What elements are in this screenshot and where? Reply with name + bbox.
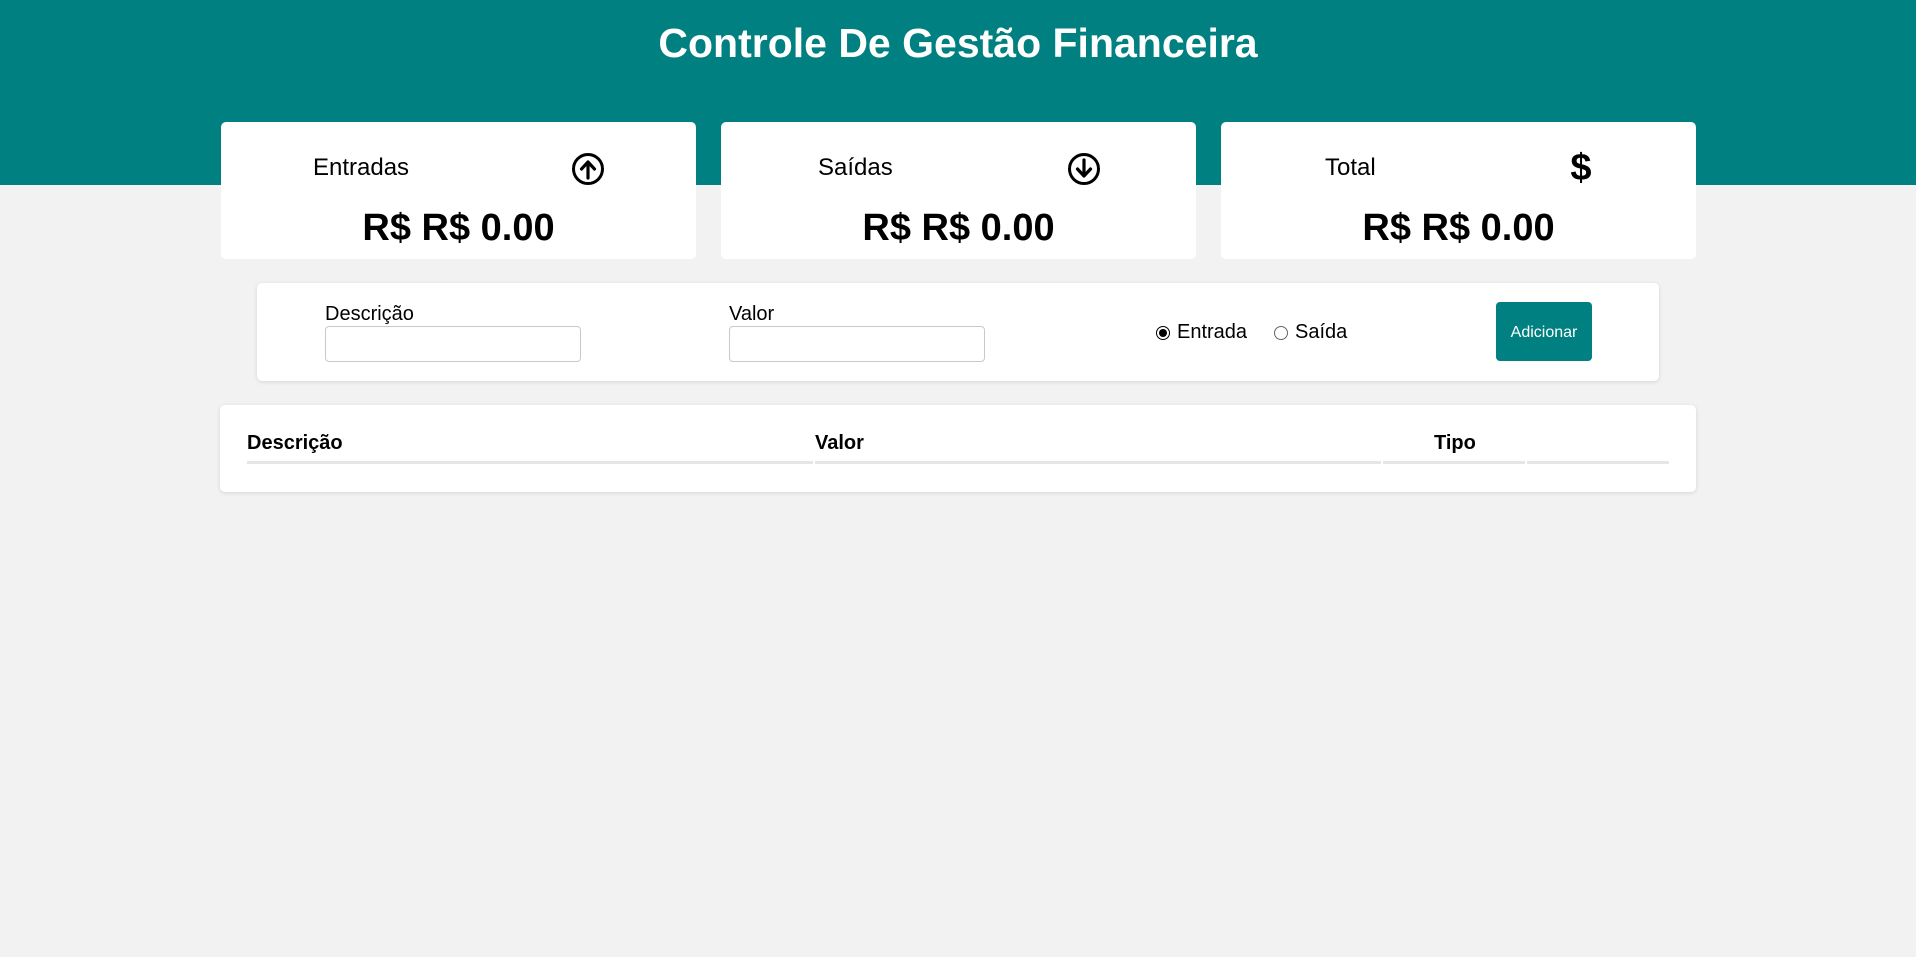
column-header-value: Valor	[815, 432, 864, 454]
value-input[interactable]	[729, 326, 985, 362]
header-divider	[815, 461, 1381, 464]
arrow-up-circle-icon	[571, 152, 605, 186]
total-value: R$ R$ 0.00	[1362, 207, 1555, 249]
transactions-table: Descrição Valor Tipo	[220, 405, 1696, 492]
header-divider	[247, 461, 813, 464]
description-input[interactable]	[325, 326, 581, 362]
radio-entrada[interactable]: Entrada	[1156, 321, 1247, 344]
expense-card: Saídas R$ R$ 0.00	[721, 122, 1196, 259]
radio-entrada-button[interactable]	[1156, 325, 1170, 340]
transaction-form: Descrição Valor Entrada Saída Adicionar	[257, 283, 1659, 381]
value-label: Valor	[729, 303, 775, 325]
expense-label: Saídas	[818, 154, 893, 181]
income-card: Entradas R$ R$ 0.00	[221, 122, 696, 259]
radio-saida[interactable]: Saída	[1274, 321, 1347, 344]
income-value: R$ R$ 0.00	[362, 207, 555, 249]
radio-entrada-label: Entrada	[1177, 321, 1248, 343]
column-header-description: Descrição	[247, 432, 343, 454]
radio-saida-label: Saída	[1295, 321, 1348, 343]
column-header-type: Tipo	[1434, 432, 1476, 454]
dollar-icon: $	[1564, 147, 1598, 189]
description-label: Descrição	[325, 303, 414, 325]
arrow-down-circle-icon	[1067, 152, 1101, 186]
svg-text:$: $	[1570, 148, 1591, 188]
header-divider	[1383, 461, 1525, 464]
radio-saida-button[interactable]	[1274, 325, 1288, 340]
header-divider	[1527, 461, 1669, 464]
page-title: Controle De Gestão Financeira	[658, 20, 1258, 66]
total-label: Total	[1325, 154, 1376, 181]
income-label: Entradas	[313, 154, 410, 181]
expense-value: R$ R$ 0.00	[862, 207, 1055, 249]
total-card: Total $ R$ R$ 0.00	[1221, 122, 1696, 259]
add-button[interactable]: Adicionar	[1496, 302, 1592, 361]
